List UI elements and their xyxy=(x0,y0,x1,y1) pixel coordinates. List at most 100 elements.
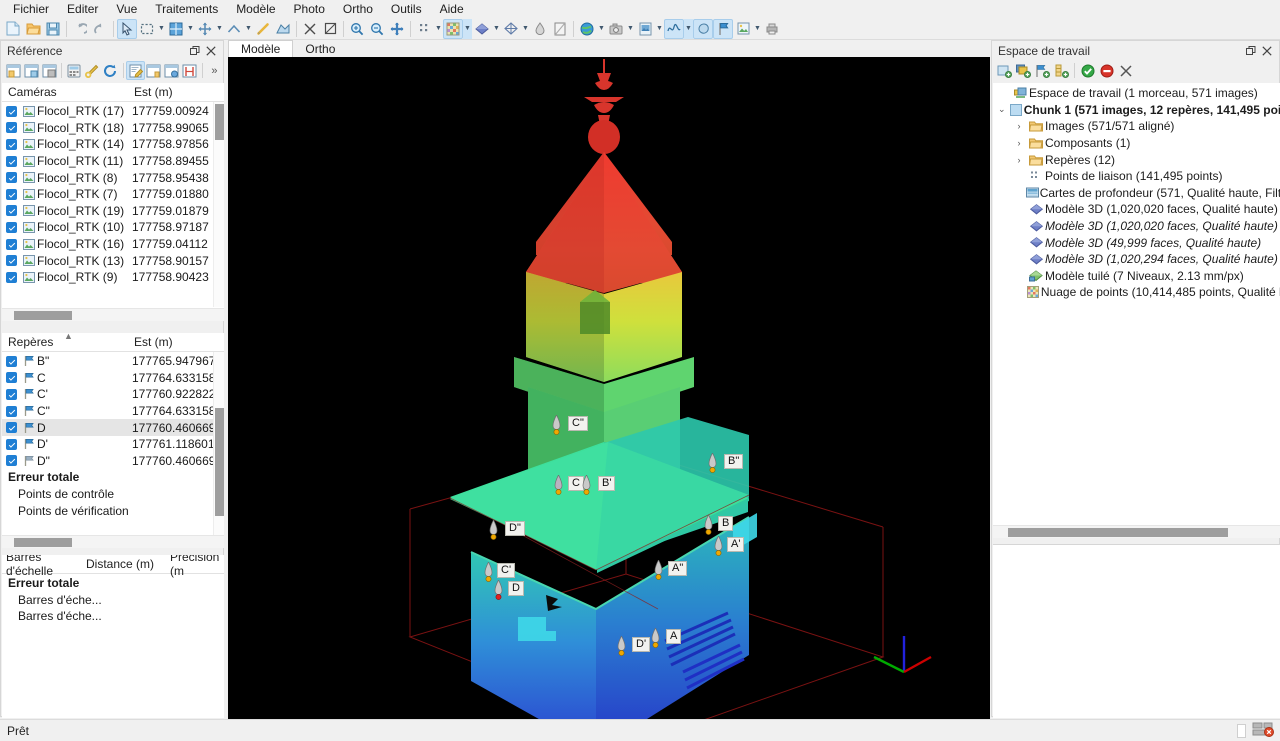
close-panel-button[interactable] xyxy=(1259,43,1275,59)
table-row[interactable]: Flocol_RTK (10) 177758.97187 xyxy=(2,219,213,236)
remove-items-button[interactable] xyxy=(1116,61,1135,80)
chevron-down-icon[interactable]: ▼ xyxy=(492,19,501,39)
menu-vue[interactable]: Vue xyxy=(107,0,146,18)
menu-modele[interactable]: Modèle xyxy=(227,0,284,18)
marker-label[interactable]: B' xyxy=(598,476,616,491)
cameras-est-column-header[interactable]: Est (m) xyxy=(132,85,224,99)
resize-region-icon[interactable] xyxy=(166,19,186,39)
row-checkbox[interactable] xyxy=(2,455,20,467)
row-checkbox[interactable] xyxy=(2,388,20,400)
table-row[interactable]: Flocol_RTK (8) 177758.95438 xyxy=(2,169,213,186)
reference-info-button[interactable] xyxy=(163,61,181,80)
tree-item-tie-points[interactable]: Points de liaison (141,495 points) xyxy=(993,168,1280,185)
globe-view-icon[interactable] xyxy=(577,19,597,39)
marker-pin[interactable] xyxy=(484,561,493,582)
marker-pin[interactable] xyxy=(708,452,717,473)
marker-pin[interactable] xyxy=(552,414,561,435)
row-checkbox[interactable] xyxy=(2,355,20,367)
optimize-cameras-button[interactable] xyxy=(83,61,101,80)
more-button[interactable]: » xyxy=(206,65,223,77)
scalebars-distance-column-header[interactable]: Distance (m) xyxy=(86,557,170,571)
rectangle-selection-icon[interactable] xyxy=(137,19,157,39)
menu-editer[interactable]: Editer xyxy=(58,0,107,18)
images-view-icon[interactable] xyxy=(635,19,655,39)
save-document-icon[interactable] xyxy=(43,19,63,39)
table-row[interactable]: Flocol_RTK (9) 177758.90423 xyxy=(2,269,213,286)
tree-item-model-1[interactable]: Modèle 3D (1,020,020 faces, Qualité haut… xyxy=(993,201,1280,218)
tree-item-composants[interactable]: › Composants (1) xyxy=(993,135,1280,152)
marker-pin[interactable] xyxy=(714,535,723,556)
tree-item-model-4[interactable]: Modèle 3D (1,020,294 faces, Qualité haut… xyxy=(993,251,1280,268)
marker-pin[interactable] xyxy=(554,474,563,495)
model-viewport-3d[interactable]: C" B" C B' D" B A' A" C' D D' A xyxy=(228,57,990,719)
menu-traitements[interactable]: Traitements xyxy=(146,0,227,18)
marker-label-selected[interactable]: D xyxy=(508,581,524,596)
undo-icon[interactable] xyxy=(70,19,90,39)
chevron-down-icon[interactable]: ▼ xyxy=(244,19,253,39)
cameras-list[interactable]: Caméras Est (m) Flocol_RTK (17) 177759.0… xyxy=(2,83,224,321)
enable-button[interactable] xyxy=(1078,61,1097,80)
scale-bars-button[interactable] xyxy=(181,61,199,80)
table-row[interactable]: D 177760.460669 xyxy=(2,419,213,436)
export-image-icon[interactable] xyxy=(733,19,753,39)
table-row[interactable]: Flocol_RTK (17) 177759.00924 xyxy=(2,103,213,120)
expander-collapsed-icon[interactable]: › xyxy=(1011,155,1027,165)
table-row[interactable]: D' 177761.118601 xyxy=(2,436,213,453)
texture-view-icon[interactable] xyxy=(550,19,570,39)
markers-est-column-header[interactable]: Est (m) xyxy=(132,335,224,349)
table-row[interactable]: Flocol_RTK (7) 177759.01880 xyxy=(2,186,213,203)
row-checkbox[interactable] xyxy=(2,238,20,250)
open-document-icon[interactable] xyxy=(23,19,43,39)
menu-photo[interactable]: Photo xyxy=(285,0,334,18)
tab-modele[interactable]: Modèle xyxy=(228,40,294,57)
redo-icon[interactable] xyxy=(90,19,110,39)
marker-pin[interactable] xyxy=(651,627,660,648)
marker-label[interactable]: C' xyxy=(497,563,516,578)
markers-horizontal-scrollbar[interactable] xyxy=(2,535,224,548)
scalebars-list[interactable]: Barres d'échelle ▲ Distance (m) Précisio… xyxy=(2,555,224,718)
tree-item-reperes[interactable]: › Repères (12) xyxy=(993,151,1280,168)
cameras-view-icon[interactable] xyxy=(606,19,626,39)
row-checkbox[interactable] xyxy=(2,205,20,217)
tree-item-point-cloud[interactable]: Nuage de points (10,414,485 points, Qual… xyxy=(993,284,1280,301)
row-checkbox[interactable] xyxy=(2,138,20,150)
navigation-cursor-icon[interactable] xyxy=(117,18,137,39)
table-row[interactable]: Flocol_RTK (18) 177758.99065 xyxy=(2,120,213,137)
table-row[interactable]: C" 177764.633158 xyxy=(2,403,213,420)
delete-selection-icon[interactable] xyxy=(300,19,320,39)
table-row[interactable]: Flocol_RTK (13) 177758.90157 xyxy=(2,252,213,269)
menu-fichier[interactable]: Fichier xyxy=(4,0,58,18)
settings-reference-button[interactable] xyxy=(65,61,83,80)
marker-label[interactable]: D' xyxy=(632,637,651,652)
row-checkbox[interactable] xyxy=(2,372,20,384)
zoom-out-icon[interactable] xyxy=(367,19,387,39)
expander-collapsed-icon[interactable]: › xyxy=(1011,121,1027,131)
marker-label[interactable]: B" xyxy=(724,454,744,469)
tree-item-chunk1[interactable]: ⌄ Chunk 1 (571 images, 12 repères, 141,4… xyxy=(993,102,1280,119)
workspace-detail-pane[interactable] xyxy=(993,544,1280,718)
tab-ortho[interactable]: Ortho xyxy=(293,40,347,57)
chevron-down-icon[interactable]: ▼ xyxy=(186,19,195,39)
table-row[interactable]: Flocol_RTK (16) 177759.04112 xyxy=(2,236,213,253)
table-row[interactable]: B" 177765.947967 xyxy=(2,353,213,370)
view-estimated-button[interactable] xyxy=(40,61,58,80)
cameras-column-header[interactable]: Caméras xyxy=(2,85,132,99)
dense-cloud-view-icon[interactable] xyxy=(443,18,463,39)
chevron-down-icon[interactable]: ▼ xyxy=(434,19,443,39)
row-checkbox[interactable] xyxy=(2,271,20,283)
move-region-icon[interactable] xyxy=(195,19,215,39)
mesh-shaded-view-icon[interactable] xyxy=(472,19,492,39)
draw-line-icon[interactable] xyxy=(253,19,273,39)
row-checkbox[interactable] xyxy=(2,405,20,417)
row-checkbox[interactable] xyxy=(2,422,20,434)
table-row[interactable]: Flocol_RTK (19) 177759.01879 xyxy=(2,203,213,220)
marker-pin[interactable] xyxy=(617,635,626,656)
cameras-vertical-scrollbar[interactable] xyxy=(213,102,224,307)
update-transform-button[interactable] xyxy=(101,61,119,80)
network-status-icon[interactable] xyxy=(1252,721,1274,740)
chevron-down-icon[interactable]: ▼ xyxy=(463,18,472,39)
markers-vertical-scrollbar[interactable] xyxy=(213,352,224,548)
row-checkbox[interactable] xyxy=(2,438,20,450)
row-checkbox[interactable] xyxy=(2,172,20,184)
shapes-icon[interactable] xyxy=(693,18,713,39)
